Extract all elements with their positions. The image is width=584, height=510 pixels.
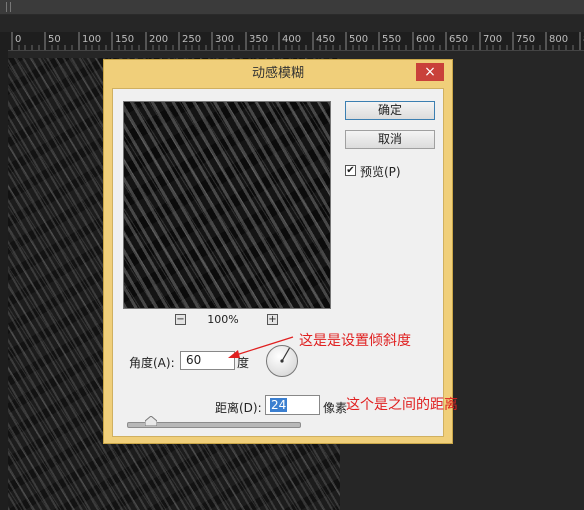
annotation-arrow: [228, 336, 294, 358]
distance-annotation: 这个是之间的距离: [346, 397, 458, 413]
angle-annotation: 这是是设置倾斜度: [299, 333, 411, 349]
